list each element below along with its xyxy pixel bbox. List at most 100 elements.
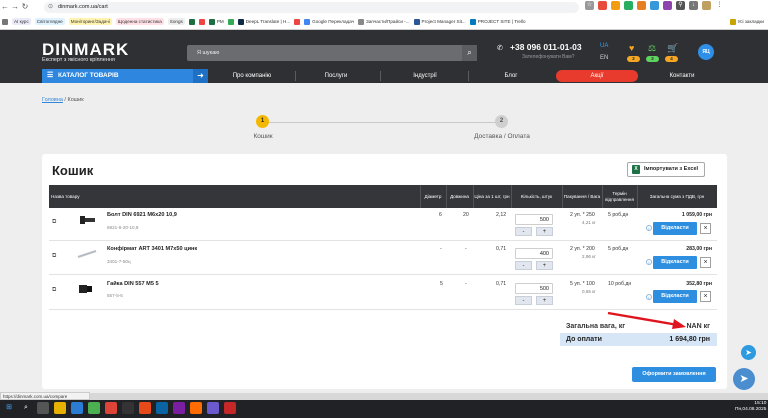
cell-length: - — [465, 281, 467, 287]
menu-item-blog[interactable]: Блог — [472, 69, 550, 83]
apps-icon[interactable] — [2, 18, 8, 25]
phone-number[interactable]: +38 096 011-01-03 — [510, 42, 582, 52]
bookmark-item[interactable]: Project Manager Sit... — [413, 18, 466, 25]
bookmark-item[interactable]: Світоглядне — [34, 18, 65, 25]
extension-icon[interactable] — [663, 1, 672, 10]
product-sku: 6921-6-20-10,9 — [107, 225, 139, 230]
quantity-input[interactable]: 500 — [515, 283, 553, 294]
menu-item-services[interactable]: Послуги — [299, 69, 373, 83]
postpone-button[interactable]: Відкласти — [653, 256, 697, 269]
breadcrumb-home[interactable]: Головна — [42, 97, 63, 103]
bookmark-item[interactable] — [227, 18, 234, 25]
postpone-button[interactable]: Відкласти — [653, 222, 697, 235]
telegram-icon[interactable]: ➤ — [741, 345, 756, 360]
extension-icon[interactable] — [624, 1, 633, 10]
menu-item-industries[interactable]: Індустрії — [385, 69, 465, 83]
bookmark-item[interactable]: Songs — [167, 18, 185, 25]
bookmark-item[interactable] — [294, 18, 301, 25]
lang-en[interactable]: EN — [600, 55, 608, 61]
task-view-icon[interactable] — [37, 402, 49, 414]
compare-icon[interactable]: ⧉ — [52, 219, 56, 226]
app-icon[interactable] — [173, 402, 185, 414]
bookmark-item[interactable]: Щоденна статистика — [115, 18, 164, 25]
bookmark-item[interactable] — [198, 18, 205, 25]
bookmark-item[interactable]: PM — [208, 18, 224, 25]
extension-icon[interactable] — [637, 1, 646, 10]
product-name[interactable]: Болт DIN 6921 M6x20 10,9 — [107, 212, 177, 218]
cell-diameter: 6 — [439, 212, 442, 218]
compare-icon[interactable]: ⚖ — [648, 43, 656, 54]
compare-icon[interactable]: ⧉ — [52, 287, 56, 294]
brave-icon[interactable] — [139, 402, 151, 414]
bookmark-item[interactable]: Моніторинг/Задачі — [68, 18, 112, 25]
arrow-right-icon[interactable]: ➜ — [193, 69, 208, 83]
avatar[interactable]: ЯЦ — [698, 44, 714, 60]
info-icon[interactable]: i — [646, 225, 652, 231]
heart-icon[interactable]: ♥ — [629, 43, 634, 53]
product-name[interactable]: Гайка DIN 557 M5 5 — [107, 281, 159, 287]
increment-button[interactable]: + — [536, 227, 553, 236]
bookmark-item[interactable]: PROJECT SITE | Trello — [469, 18, 526, 25]
windows-start-icon[interactable]: ⊞ — [3, 402, 15, 414]
extension-icon[interactable] — [650, 1, 659, 10]
app-icon[interactable] — [207, 402, 219, 414]
all-bookmarks[interactable]: Усі закладки — [729, 18, 768, 25]
callback-link[interactable]: Зателефонувати Вам? — [522, 54, 574, 60]
forward-icon[interactable]: → — [10, 0, 20, 14]
decrement-button[interactable]: - — [515, 296, 532, 305]
bookmark-item[interactable]: Google Перекладач — [304, 18, 354, 25]
wishlist-count: 2 — [627, 56, 640, 62]
product-name[interactable]: Конфірмат ART 3401 M7x50 цинк — [107, 246, 197, 252]
bookmark-item[interactable]: AI курс — [12, 18, 31, 25]
download-icon[interactable]: ↓ — [689, 1, 698, 10]
quantity-input[interactable]: 500 — [515, 214, 553, 225]
catalog-button[interactable]: ☰ КАТАЛОГ ТОВАРІВ — [42, 69, 208, 83]
quantity-input[interactable]: 400 — [515, 248, 553, 259]
telegram-chat-icon[interactable]: ➤ — [733, 368, 755, 390]
lang-ua[interactable]: UA — [600, 43, 608, 49]
remove-button[interactable]: × — [700, 257, 711, 268]
extension-icon[interactable] — [611, 1, 620, 10]
remove-button[interactable]: × — [700, 223, 711, 234]
step-1-circle: 1 — [256, 115, 269, 128]
bookmark-item[interactable]: Запчасти/Прайси -... — [358, 18, 410, 25]
menu-item-about[interactable]: Про компанію — [215, 69, 289, 83]
bookmark-item[interactable] — [188, 18, 195, 25]
cart-icon[interactable]: 🛒 — [667, 43, 678, 54]
increment-button[interactable]: + — [536, 296, 553, 305]
row-divider — [49, 240, 717, 241]
site-logo[interactable]: DINMARK — [42, 41, 129, 58]
reload-icon[interactable]: ↻ — [20, 0, 30, 14]
search-icon[interactable]: ⌕ — [462, 45, 477, 61]
extension-icon[interactable] — [598, 1, 607, 10]
menu-item-contacts[interactable]: Контакти — [642, 69, 722, 83]
address-bar[interactable]: ⊙ dinmark.com.ua/cart — [44, 2, 579, 13]
app-icon[interactable] — [156, 402, 168, 414]
star-icon[interactable]: ☆ — [585, 1, 594, 10]
bookmark-item[interactable]: DeepL Translate | H... — [237, 18, 290, 25]
mail-icon[interactable] — [71, 402, 83, 414]
remove-button[interactable]: × — [700, 291, 711, 302]
app-icon[interactable] — [190, 402, 202, 414]
increment-button[interactable]: + — [536, 261, 553, 270]
checkout-button[interactable]: Оформити замовлення — [632, 367, 716, 382]
back-icon[interactable]: ← — [0, 0, 10, 14]
app-icon[interactable] — [88, 402, 100, 414]
explorer-icon[interactable] — [54, 402, 66, 414]
info-icon[interactable]: i — [646, 294, 652, 300]
decrement-button[interactable]: - — [515, 227, 532, 236]
search-input[interactable] — [187, 45, 477, 61]
info-icon[interactable]: i — [646, 259, 652, 265]
compare-icon[interactable]: ⧉ — [52, 253, 56, 260]
menu-dots-icon[interactable]: ⋮ — [715, 1, 724, 10]
postpone-button[interactable]: Відкласти — [653, 290, 697, 303]
decrement-button[interactable]: - — [515, 261, 532, 270]
profile-icon[interactable] — [702, 1, 711, 10]
chrome-icon[interactable] — [105, 402, 117, 414]
app-icon[interactable] — [122, 402, 134, 414]
chrome-active-icon[interactable] — [224, 402, 236, 414]
menu-item-promo[interactable]: Акції — [556, 70, 638, 82]
import-excel-button[interactable]: X Імпортувати з Excel — [627, 162, 705, 177]
puzzle-icon[interactable]: ⚲ — [676, 1, 685, 10]
search-icon[interactable]: ⌕ — [20, 402, 32, 414]
